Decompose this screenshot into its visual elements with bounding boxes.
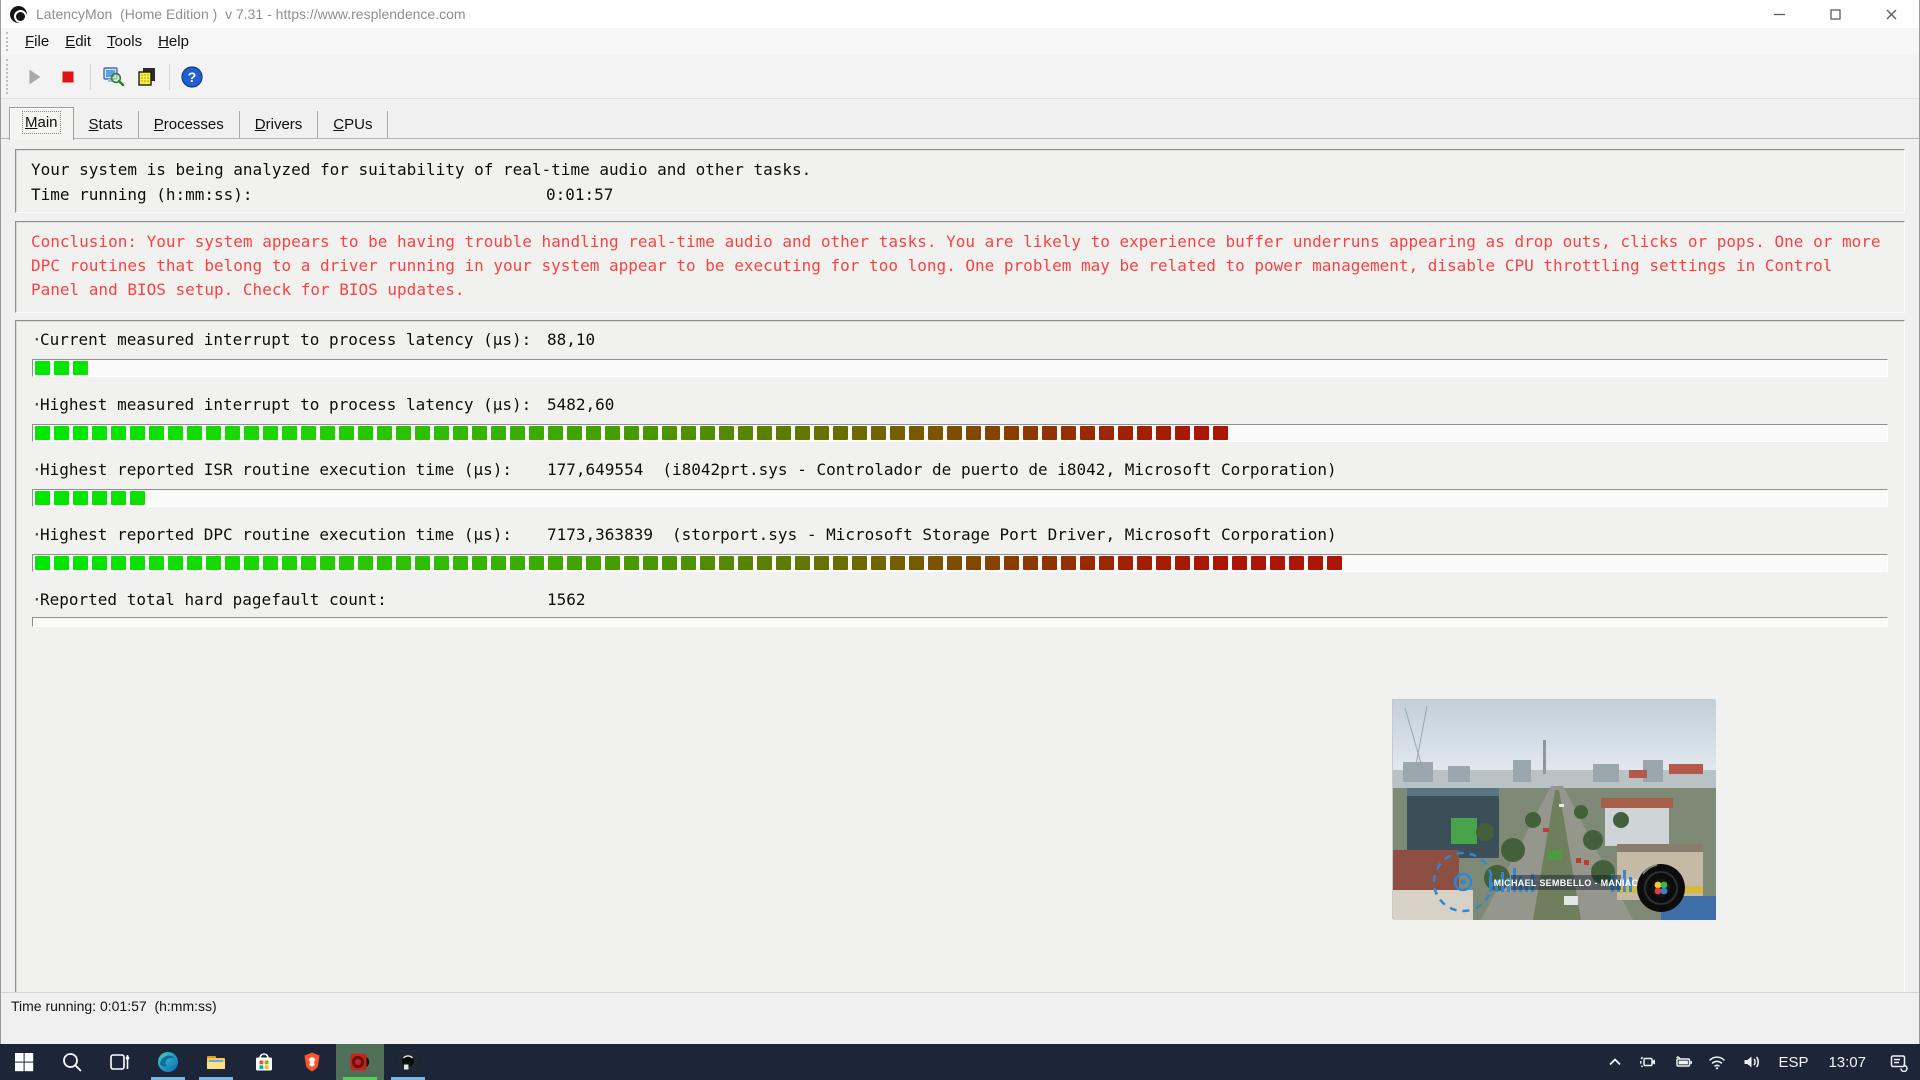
metric-label: Reported total hard pagefault count: [40,590,547,609]
metric-pagefaults: ·Reported total hard pagefault count:156… [32,590,1888,647]
metric-value: 177,649554 [547,460,643,479]
analysis-status-box: Your system is being analyzed for suitab… [15,149,1905,213]
metric-dpc-time: ·Highest reported DPC routine execution … [32,525,1888,582]
metric-value: 5482,60 [547,395,614,414]
metric-label: Highest reported ISR routine execution t… [40,460,547,479]
analysis-status-line: Your system is being analyzed for suitab… [31,157,1889,182]
menu-edit[interactable]: Edit [57,30,99,53]
start-button[interactable] [0,1044,48,1080]
menu-help[interactable]: Help [150,30,197,53]
metric-label: Current measured interrupt to process la… [40,330,547,349]
action-center-icon[interactable] [1876,1044,1920,1080]
status-time-running: Time running: 0:01:57 (h:mm:ss) [11,998,217,1014]
close-button[interactable] [1863,0,1919,28]
toolbar: ? [1,55,1919,99]
latency-bar [32,424,1888,442]
tab-drivers[interactable]: Drivers [240,111,319,139]
hidden-icons-chevron-icon[interactable] [1598,1044,1632,1080]
latency-bar [32,554,1888,572]
time-running-label: Time running (h:mm:ss): [31,182,546,207]
metric-label: Highest measured interrupt to process la… [40,395,547,414]
video-overlay-window[interactable]: MICHAEL SEMBELLO - MANIAC [1392,699,1715,919]
speaker-icon[interactable] [1734,1044,1768,1080]
metric-current-latency: ·Current measured interrupt to process l… [32,330,1888,387]
menu-tools[interactable]: Tools [99,30,150,53]
status-bar: Time running: 0:01:57 (h:mm:ss) [1,992,1919,1018]
tab-strip: Main Stats Processes Drivers CPUs [1,99,1919,139]
menu-file[interactable]: File [17,30,57,53]
metric-value: 88,10 [547,330,595,349]
minimize-button[interactable] [1751,0,1807,28]
window-title: LatencyMon (Home Edition ) v 7.31 - http… [36,6,466,22]
latency-bar [32,617,1888,627]
toolbar-grip [6,32,8,51]
taskbar-app-latencymon[interactable] [336,1044,384,1080]
taskbar-app-brave[interactable] [288,1044,336,1080]
metric-label: Highest reported DPC routine execution t… [40,525,547,544]
main-page: Your system is being analyzed for suitab… [1,139,1919,1018]
metric-isr-time: ·Highest reported ISR routine execution … [32,460,1888,517]
play-icon[interactable] [17,61,51,93]
conclusion-box: Conclusion: Your system appears to be ha… [15,221,1905,313]
stop-icon[interactable] [51,61,85,93]
latencymon-window: LatencyMon (Home Edition ) v 7.31 - http… [0,0,1920,1044]
vinyl-record-icon [1637,864,1685,912]
taskbar-app-file-explorer[interactable] [192,1044,240,1080]
windows-taskbar: ESP 13:07 [0,1044,1920,1080]
system-tray: ESP 13:07 [1598,1044,1920,1080]
task-view-icon[interactable] [96,1044,144,1080]
metric-value: 7173,363839 [547,525,653,544]
search-icon[interactable] [48,1044,96,1080]
tab-cpus[interactable]: CPUs [318,111,388,139]
track-title-text: MICHAEL SEMBELLO - MANIAC [1494,878,1639,888]
wifi-icon[interactable] [1700,1044,1734,1080]
toolbar-separator [90,64,91,90]
aerial-town-video: MICHAEL SEMBELLO - MANIAC [1393,700,1716,920]
metric-value: 1562 [547,590,586,609]
help-icon[interactable]: ? [175,61,209,93]
maximize-button[interactable] [1807,0,1863,28]
taskbar-app-store[interactable] [240,1044,288,1080]
metric-driver-detail: (i8042prt.sys - Controlador de puerto de… [662,460,1336,479]
metric-driver-detail: (storport.sys - Microsoft Storage Port D… [672,525,1337,544]
svg-text:?: ? [188,69,197,85]
menu-bar: File Edit Tools Help [1,28,1919,55]
toolbar-grip2 [6,59,8,94]
tab-main[interactable]: Main [9,107,74,140]
screen-record-icon[interactable] [1632,1044,1666,1080]
clock[interactable]: 13:07 [1818,1044,1876,1080]
latency-bar [32,359,1888,377]
taskbar-app-edge[interactable] [144,1044,192,1080]
latencymon-app-icon [10,6,27,23]
time-running-value: 0:01:57 [546,185,613,204]
latency-bar [32,489,1888,507]
tab-stats[interactable]: Stats [74,111,139,139]
taskbar-app-recorder[interactable] [384,1044,432,1080]
language-indicator[interactable]: ESP [1768,1044,1818,1080]
battery-charging-icon[interactable] [1666,1044,1700,1080]
toolbar-separator2 [169,64,170,90]
conclusion-text: Conclusion: Your system appears to be ha… [31,230,1889,302]
metric-highest-latency: ·Highest measured interrupt to process l… [32,395,1888,452]
analyze-icon[interactable] [96,61,130,93]
report-icon[interactable] [130,61,164,93]
titlebar: LatencyMon (Home Edition ) v 7.31 - http… [1,0,1919,28]
tab-processes[interactable]: Processes [139,111,240,139]
